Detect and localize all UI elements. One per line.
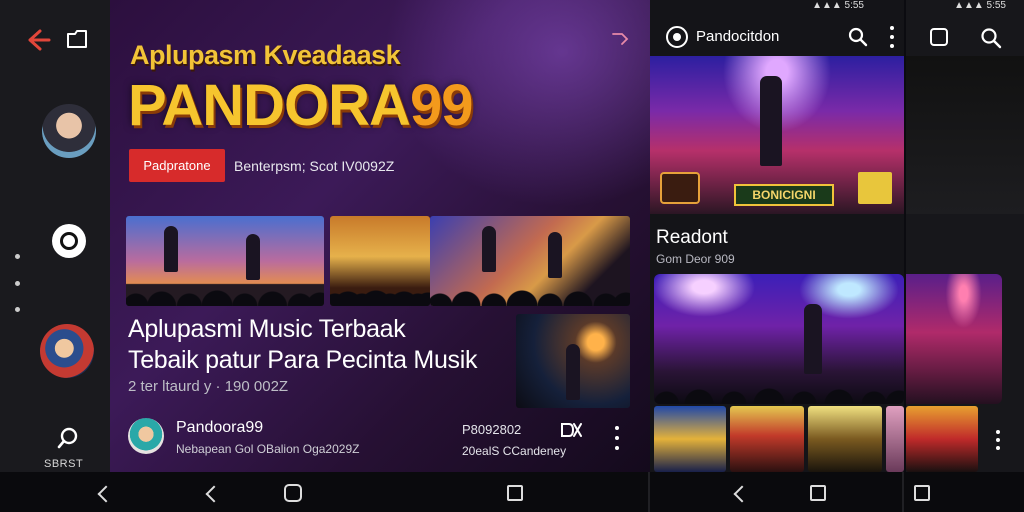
performer-figure: [482, 226, 496, 272]
video-title[interactable]: Aplupasmi Music Terbaak Tebaik patur Par…: [128, 314, 478, 376]
left-rail: SBRST: [0, 0, 110, 472]
nav-home-icon[interactable]: [284, 484, 302, 502]
section-subtitle: Gom Deor 909: [656, 252, 735, 266]
video-thumbnail[interactable]: [330, 216, 430, 306]
banner-logo: BONICIGNI: [734, 184, 834, 206]
right-panel: ▲▲▲ 5:55 Pandocitdon BONICIGNI Readont G…: [650, 0, 999, 472]
hero-subtitle: Aplupasm Kveadaask: [130, 40, 401, 70]
section-title: Readont: [656, 227, 728, 248]
nav-back-icon[interactable]: [97, 485, 115, 503]
share-icon[interactable]: [610, 30, 630, 50]
crowd-silhouette: [330, 280, 430, 306]
hero-title-text: PANDORA: [128, 73, 411, 138]
featured-banner[interactable]: BONICIGNI: [650, 56, 904, 214]
channel-name[interactable]: Pandoora99: [176, 419, 263, 437]
channel-avatar[interactable]: [128, 418, 164, 454]
singer-figure: [804, 304, 822, 374]
guitarist-figure: [760, 76, 782, 166]
dislike-icon[interactable]: [560, 420, 582, 440]
search-icon[interactable]: [980, 27, 1002, 49]
panel-divider: [648, 472, 650, 512]
video-thumbnail[interactable]: [126, 216, 324, 306]
status-signal: ▲▲▲ 5:55: [812, 0, 864, 11]
side-logo-badge: [858, 172, 892, 204]
crowd-silhouette: [430, 280, 630, 306]
dark-placeholder: [906, 56, 1024, 214]
album-thumbnail[interactable]: [730, 406, 804, 472]
main-panel: Aplupasm Kveadaask PANDORA99 Padpratone …: [110, 0, 650, 472]
performer-figure: [246, 234, 260, 280]
more-options-icon[interactable]: [890, 26, 894, 48]
more-options-icon[interactable]: [996, 430, 1000, 450]
album-thumbnail[interactable]: [886, 406, 904, 472]
hero-title-number: 99: [409, 73, 474, 138]
back-arrow-icon[interactable]: [24, 26, 52, 54]
performer-figure: [164, 226, 178, 272]
subscribe-button[interactable]: Padpratone: [129, 149, 225, 182]
video-stats: 2 ter ltaurd y · 190 002Z: [128, 378, 289, 395]
video-thumbnail[interactable]: [430, 216, 630, 306]
status-signal: ▲▲▲ 5:55: [954, 0, 1006, 11]
status-bar: ▲▲▲ 5:55: [650, 0, 904, 14]
crowd-silhouette: [126, 280, 324, 306]
hero-title: PANDORA99: [128, 72, 474, 139]
panel-divider: [902, 472, 904, 512]
performer-figure: [548, 232, 562, 278]
nav-recent-icon[interactable]: [810, 485, 826, 501]
search-icon[interactable]: [848, 27, 868, 47]
home-icon[interactable]: [64, 26, 90, 52]
album-thumbnail[interactable]: [654, 406, 726, 472]
contact-avatar[interactable]: [40, 324, 94, 378]
concert-video-thumbnail[interactable]: [906, 274, 1002, 404]
hero-meta: Benterpsm; Scot IV0092Z: [234, 158, 395, 174]
nav-recent-icon[interactable]: [507, 485, 523, 501]
app-logo-icon[interactable]: [666, 26, 688, 48]
views-count: P8092802: [462, 422, 522, 437]
video-title-line-1: Aplupasmi Music Terbaak: [128, 315, 406, 343]
side-logo-badge: [660, 172, 700, 204]
search-label: SBRST: [44, 458, 84, 470]
chat-icon[interactable]: [930, 28, 948, 46]
user-avatar[interactable]: [42, 104, 96, 158]
search-icon[interactable]: [56, 426, 80, 450]
system-navigation-bar: [0, 472, 1024, 512]
concert-video-thumbnail[interactable]: [654, 274, 904, 404]
channel-description: Nebapean Gol OBalion Oga2029Z: [176, 442, 360, 456]
crowd-silhouette: [654, 378, 904, 404]
nav-recent-icon[interactable]: [914, 485, 930, 501]
album-thumbnail[interactable]: [906, 406, 978, 472]
more-options-icon[interactable]: [15, 254, 21, 312]
album-thumbnail[interactable]: [808, 406, 882, 472]
far-right-panel: ▲▲▲ 5:55: [904, 0, 1024, 472]
guitarist-figure: [566, 344, 580, 400]
video-title-line-2: Tebaik patur Para Pecinta Musik: [128, 346, 478, 374]
chat-icon[interactable]: [52, 224, 86, 258]
more-options-icon[interactable]: [614, 426, 620, 450]
side-video-thumbnail[interactable]: [516, 314, 630, 408]
app-title: Pandocitdon: [696, 28, 780, 45]
views-label: 20ealS CCandeney: [462, 444, 567, 458]
nav-back-icon[interactable]: [733, 485, 751, 503]
nav-back-icon[interactable]: [205, 485, 223, 503]
